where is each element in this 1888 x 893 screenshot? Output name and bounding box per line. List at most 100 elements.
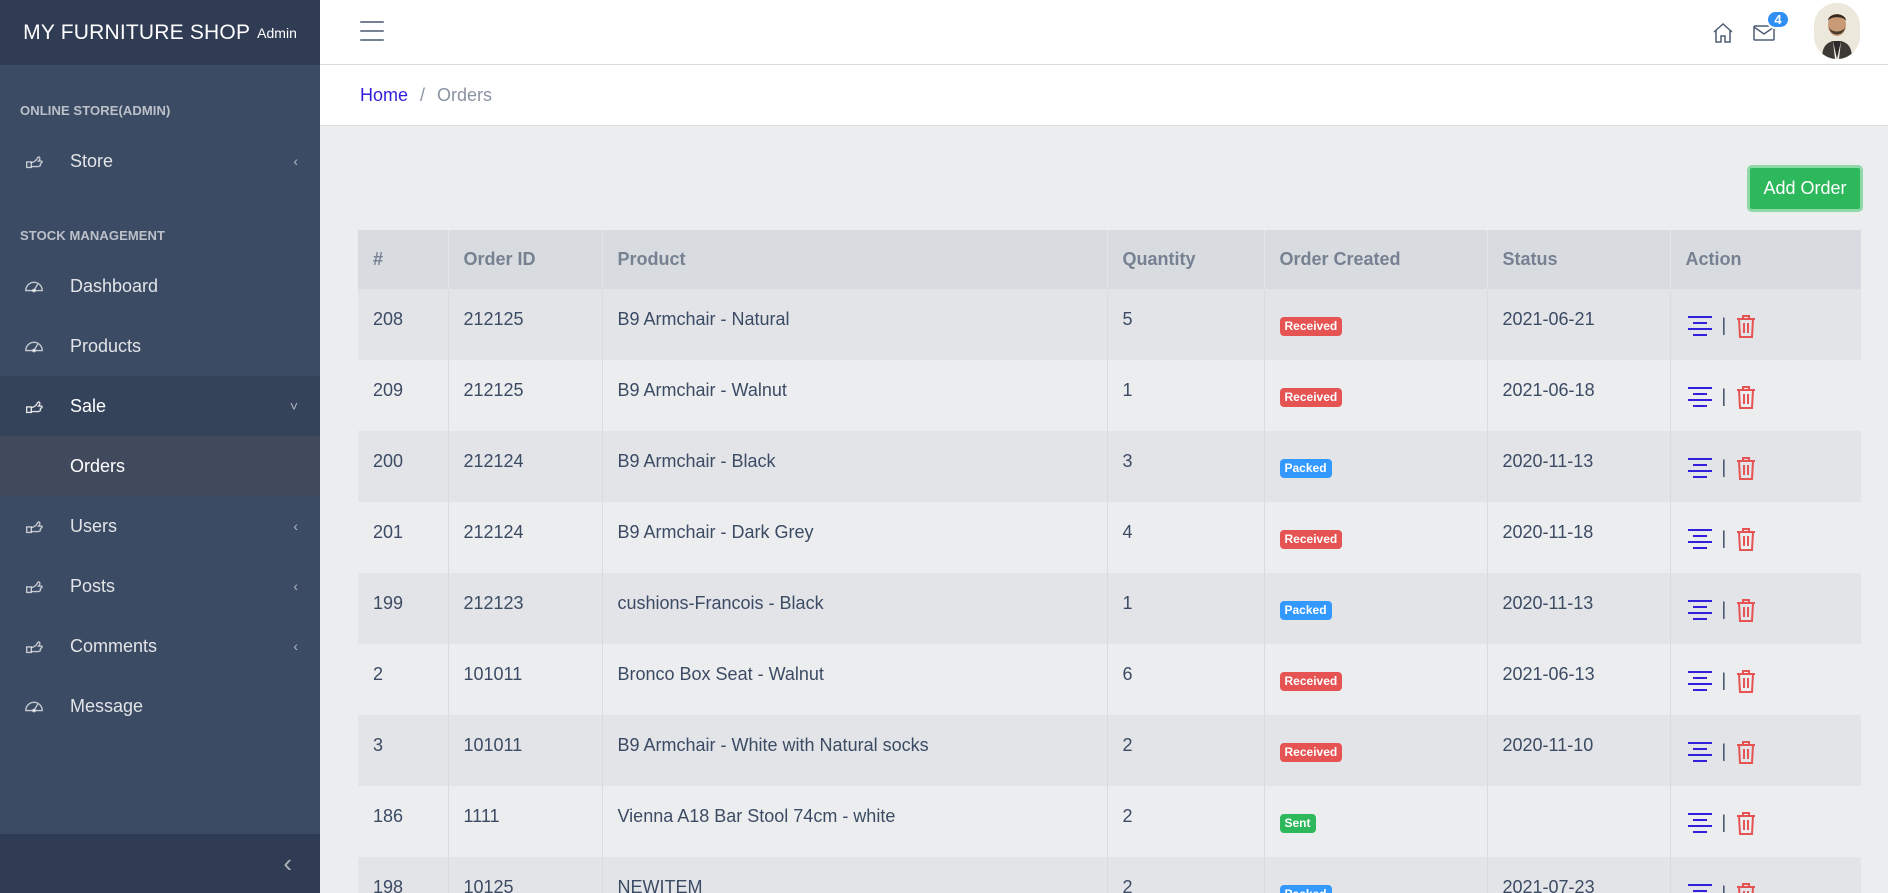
order-id: 212125 xyxy=(463,309,524,329)
cell-quantity: 4 xyxy=(1107,502,1265,573)
view-details-icon[interactable] xyxy=(1686,669,1714,693)
status-badge: Packed xyxy=(1279,600,1332,620)
quantity: 1 xyxy=(1122,380,1133,400)
column-header-product[interactable]: Product xyxy=(602,230,1108,289)
home-icon[interactable] xyxy=(1711,21,1735,45)
column-header-order-created[interactable]: Order Created xyxy=(1264,230,1488,289)
sidebar-item-label: Message xyxy=(70,695,144,716)
order-id: 212124 xyxy=(463,451,524,471)
sidebar-item-orders[interactable]: Orders xyxy=(0,436,320,496)
cell-number: 2 xyxy=(358,644,449,715)
table-row: 201 212124 B9 Armchair - Dark Grey 4 Receive… xyxy=(358,502,1861,573)
brand-sub: Admin xyxy=(257,25,297,41)
view-details-icon[interactable] xyxy=(1686,882,1714,893)
view-details-icon[interactable] xyxy=(1686,385,1714,409)
trash-icon[interactable] xyxy=(1734,881,1758,893)
cell-status: 2021-06-18 xyxy=(1487,360,1671,431)
action-separator: | xyxy=(1721,386,1727,406)
cell-product: B9 Armchair - Black xyxy=(602,431,1108,502)
view-details-icon[interactable] xyxy=(1686,456,1714,480)
cell-action: | xyxy=(1670,431,1861,502)
cell-status: 2020-11-13 xyxy=(1487,431,1671,502)
table-row: 186 1111 Vienna A18 Bar Stool 74cm - white… xyxy=(358,786,1861,857)
order-id: 212123 xyxy=(463,593,524,613)
top-header: 4 xyxy=(320,0,1888,65)
status-date: 2020-11-10 xyxy=(1502,735,1594,755)
trash-icon[interactable] xyxy=(1734,384,1758,410)
view-details-icon[interactable] xyxy=(1686,314,1714,338)
sidebar-minimizer[interactable]: ‹ xyxy=(0,834,320,893)
hand-icon xyxy=(22,394,46,418)
sidebar-item-store[interactable]: Store ‹ xyxy=(0,131,320,191)
avatar[interactable] xyxy=(1814,3,1860,59)
cell-order-id: 101011 xyxy=(448,715,603,786)
product-name: B9 Armchair - Black xyxy=(617,451,776,471)
trash-icon[interactable] xyxy=(1734,313,1758,339)
column-header-action: Action xyxy=(1670,230,1861,289)
chevron-down-icon: ˅ xyxy=(289,398,298,414)
sidebar-item-message[interactable]: Message xyxy=(0,676,320,736)
column-header-quantity[interactable]: Quantity xyxy=(1107,230,1265,289)
column-header-order-id[interactable]: Order ID xyxy=(448,230,603,289)
cell-quantity: 2 xyxy=(1107,715,1265,786)
sidebar-item-sale[interactable]: Sale ˅ xyxy=(0,376,320,436)
trash-icon[interactable] xyxy=(1734,810,1758,836)
breadcrumb-home[interactable]: Home xyxy=(360,85,408,106)
action-separator: | xyxy=(1721,457,1727,477)
cell-product: Bronco Box Seat - Walnut xyxy=(602,644,1108,715)
cell-number: 209 xyxy=(358,360,449,431)
brand[interactable]: MY FURNITURE SHOP Admin xyxy=(0,0,320,65)
hamburger-menu-icon[interactable] xyxy=(360,21,384,41)
column-header-number[interactable]: # xyxy=(358,230,449,289)
order-id: 212125 xyxy=(463,380,524,400)
cell-order-created: Received xyxy=(1264,289,1488,360)
sidebar-item-label: Sale xyxy=(70,395,107,416)
cell-order-id: 212123 xyxy=(448,573,603,644)
sidebar-item-comments[interactable]: Comments ‹ xyxy=(0,616,320,676)
view-details-icon[interactable] xyxy=(1686,811,1714,835)
row-number: 201 xyxy=(373,522,404,542)
product-name: cushions-Francois - Black xyxy=(617,593,824,613)
breadcrumb: Home / Orders xyxy=(320,65,1888,126)
product-name: B9 Armchair - Walnut xyxy=(617,380,787,400)
sidebar-item-users[interactable]: Users ‹ xyxy=(0,496,320,556)
cell-order-created: Received xyxy=(1264,644,1488,715)
product-name: B9 Armchair - White with Natural socks xyxy=(617,735,929,755)
status-badge: Sent xyxy=(1279,813,1316,833)
trash-icon[interactable] xyxy=(1734,739,1758,765)
cell-product: B9 Armchair - Natural xyxy=(602,289,1108,360)
view-details-icon[interactable] xyxy=(1686,598,1714,622)
action-separator: | xyxy=(1721,528,1727,548)
column-header-status[interactable]: Status xyxy=(1487,230,1671,289)
cell-action: | xyxy=(1670,573,1861,644)
cell-quantity: 6 xyxy=(1107,644,1265,715)
table-header-row: # Order ID Product Quantity Order Create… xyxy=(358,230,1861,289)
action-separator: | xyxy=(1721,599,1727,619)
product-name: B9 Armchair - Dark Grey xyxy=(617,522,814,542)
view-details-icon[interactable] xyxy=(1686,740,1714,764)
cell-order-id: 1111 xyxy=(448,786,603,857)
status-date: 2021-07-23 xyxy=(1502,877,1595,893)
add-order-button[interactable]: Add Order xyxy=(1747,165,1863,212)
row-number: 209 xyxy=(373,380,404,400)
product-name: Bronco Box Seat - Walnut xyxy=(617,664,824,684)
table-row: 3 101011 B9 Armchair - White with Natural … xyxy=(358,715,1861,786)
trash-icon[interactable] xyxy=(1734,526,1758,552)
trash-icon[interactable] xyxy=(1734,597,1758,623)
trash-icon[interactable] xyxy=(1734,668,1758,694)
view-details-icon[interactable] xyxy=(1686,527,1714,551)
cell-action: | xyxy=(1670,715,1861,786)
sidebar-item-products[interactable]: Products xyxy=(0,316,320,376)
order-id: 1111 xyxy=(463,806,500,826)
action-separator: | xyxy=(1721,670,1727,690)
cell-action: | xyxy=(1670,644,1861,715)
action-separator: | xyxy=(1721,812,1727,832)
cell-action: | xyxy=(1670,360,1861,431)
sidebar-item-posts[interactable]: Posts ‹ xyxy=(0,556,320,616)
status-badge: Received xyxy=(1279,387,1343,407)
sidebar-item-dashboard[interactable]: Dashboard xyxy=(0,256,320,316)
trash-icon[interactable] xyxy=(1734,455,1758,481)
status-badge: Received xyxy=(1279,671,1343,691)
cell-action: | xyxy=(1670,289,1861,360)
sidebar-item-label: Dashboard xyxy=(70,275,159,296)
